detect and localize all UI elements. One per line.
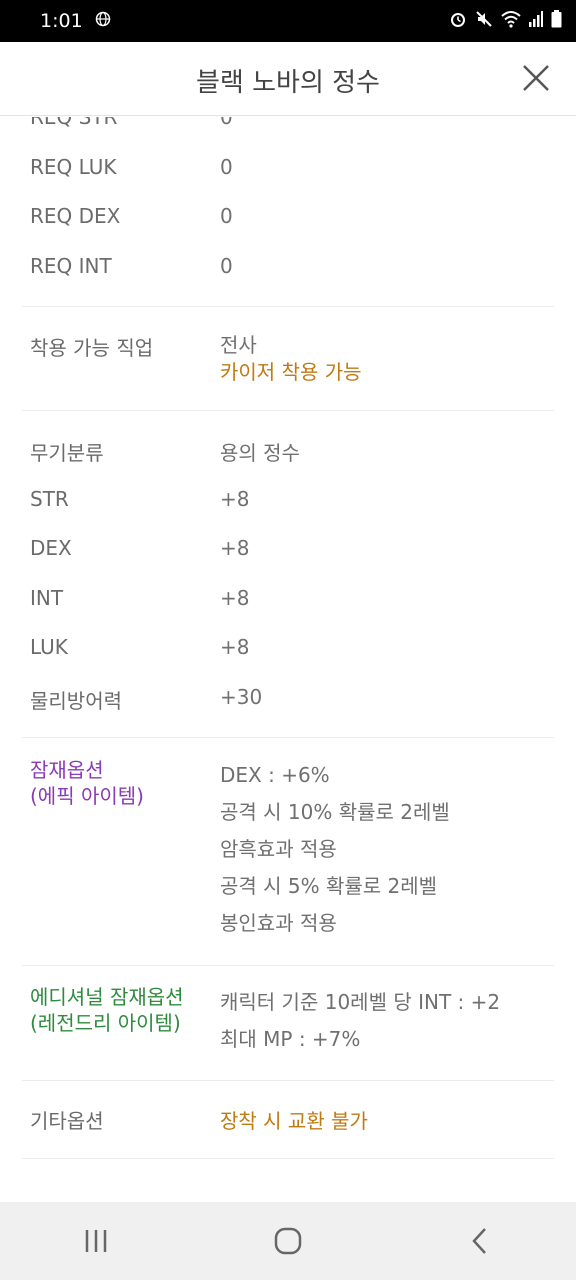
potential-line: 공격 시 5% 확률로 2레벨	[220, 874, 438, 898]
row-label: 기타옵션	[30, 1109, 104, 1133]
row-value: +8	[220, 487, 250, 511]
row-value: +30	[220, 685, 263, 709]
additional-grade: (레전드리 아이템)	[30, 1011, 181, 1035]
additional-line: 캐릭터 기준 10레벨 당 INT : +2	[220, 990, 501, 1014]
row-value: 0	[220, 204, 233, 228]
row-label: 무기분류	[30, 441, 104, 465]
row-value: 0	[220, 117, 233, 129]
back-button[interactable]	[440, 1211, 520, 1271]
row-job: 착용 가능 직업 전사 카이저 착용 가능	[30, 332, 362, 386]
additional-line: 최대 MP : +7%	[220, 1027, 361, 1051]
wifi-icon	[501, 10, 521, 32]
signal-icon	[529, 10, 543, 32]
recents-button[interactable]	[56, 1211, 136, 1271]
back-icon	[472, 1228, 486, 1254]
kaiser-note: 카이저 착용 가능	[220, 360, 362, 384]
row-value: +8	[220, 586, 250, 610]
row-label: REQ STR	[30, 117, 118, 129]
row-dex: DEX +8	[30, 536, 249, 560]
row-label: REQ INT	[30, 254, 112, 278]
row-label: LUK	[30, 635, 68, 659]
job-value: 전사	[220, 333, 257, 357]
row-etc: 기타옵션 장착 시 교환 불가	[30, 1105, 368, 1134]
row-label: 착용 가능 직업	[30, 336, 154, 360]
divider	[22, 1158, 554, 1159]
potential-grade: (에픽 아이템)	[30, 784, 144, 808]
row-int: INT +8	[30, 586, 249, 610]
potential-line: 암흑효과 적용	[220, 837, 337, 861]
row-value: 장착 시 교환 불가	[220, 1109, 368, 1133]
row-req-int: REQ INT 0	[30, 254, 233, 278]
row-weapon-type: 무기분류 용의 정수	[30, 437, 300, 466]
divider	[22, 737, 554, 738]
row-label: DEX	[30, 536, 72, 560]
additional-label: 에디셔널 잠재옵션	[30, 985, 184, 1009]
row-label: REQ DEX	[30, 204, 121, 228]
battery-icon	[551, 10, 562, 32]
divider	[22, 306, 554, 307]
row-label: INT	[30, 586, 64, 610]
globe-icon	[95, 11, 111, 32]
potential-line: DEX : +6%	[220, 763, 330, 787]
row-req-luk: REQ LUK 0	[30, 155, 233, 179]
row-defense: 물리방어력 +30	[30, 685, 262, 714]
home-icon	[274, 1227, 302, 1255]
row-value: 0	[220, 155, 233, 179]
row-luk: LUK +8	[30, 635, 249, 659]
potential-line: 봉인효과 적용	[220, 911, 337, 935]
row-label: STR	[30, 487, 69, 511]
divider	[22, 410, 554, 411]
divider	[22, 1080, 554, 1081]
alarm-icon	[449, 10, 467, 32]
row-value: 용의 정수	[220, 441, 300, 465]
row-value: 0	[220, 254, 233, 278]
potential-line: 공격 시 10% 확률로 2레벨	[220, 800, 450, 824]
mute-icon	[475, 10, 493, 32]
close-button[interactable]	[518, 60, 554, 96]
home-button[interactable]	[248, 1211, 328, 1271]
row-value: +8	[220, 536, 250, 560]
item-detail-list[interactable]: REQ STR 0 REQ LUK 0 REQ DEX 0 REQ INT 0 …	[0, 117, 576, 1202]
row-value: +8	[220, 635, 250, 659]
divider	[22, 965, 554, 966]
row-additional-potential: 에디셔널 잠재옵션 (레전드리 아이템) 캐릭터 기준 10레벨 당 INT :…	[30, 984, 500, 1058]
potential-lines: DEX : +6% 공격 시 10% 확률로 2레벨 암흑효과 적용 공격 시 …	[220, 757, 450, 942]
row-req-dex: REQ DEX 0	[30, 204, 233, 228]
dialog-header: 블랙 노바의 정수	[0, 42, 576, 116]
row-req-str: REQ STR 0	[30, 117, 233, 129]
status-bar: 1:01	[0, 0, 576, 42]
additional-lines: 캐릭터 기준 10레벨 당 INT : +2 최대 MP : +7%	[220, 984, 500, 1058]
close-icon	[523, 65, 549, 91]
row-potential: 잠재옵션 (에픽 아이템) DEX : +6% 공격 시 10% 확률로 2레벨…	[30, 757, 450, 942]
page-title: 블랙 노바의 정수	[196, 68, 380, 98]
system-nav-bar	[0, 1202, 576, 1280]
status-time: 1:01	[40, 10, 83, 32]
row-label: 물리방어력	[30, 689, 122, 713]
row-str: STR +8	[30, 487, 249, 511]
row-label: REQ LUK	[30, 155, 117, 179]
recents-icon	[85, 1230, 107, 1252]
status-icons	[449, 10, 562, 32]
potential-label: 잠재옵션	[30, 758, 104, 782]
